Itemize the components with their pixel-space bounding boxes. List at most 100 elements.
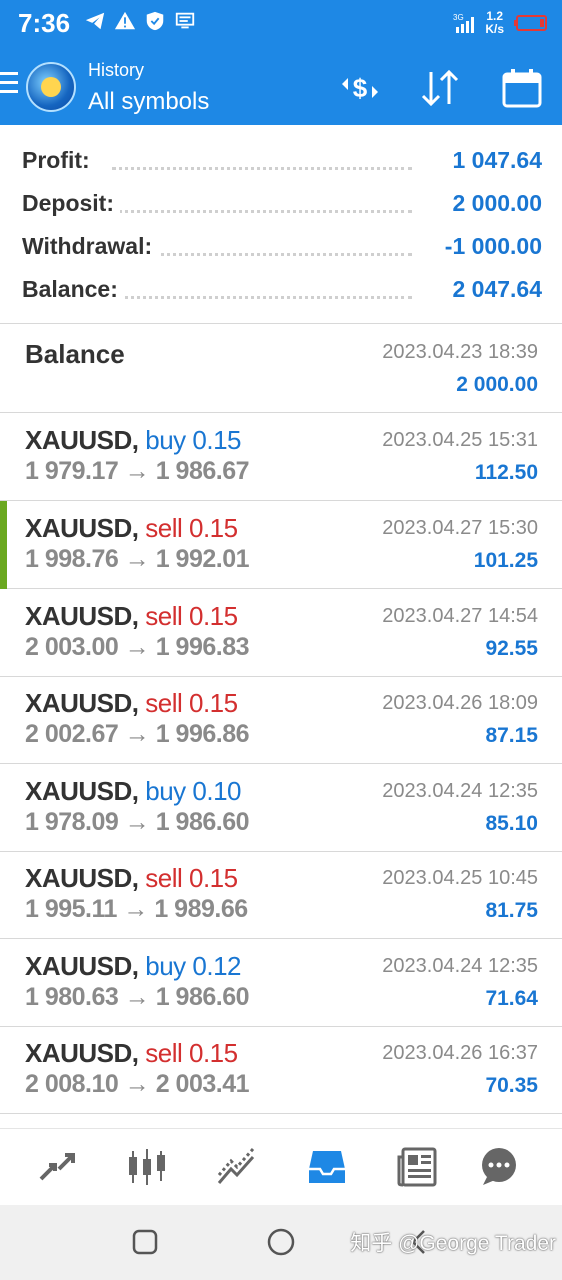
deal-row[interactable]: XAUUSD, sell 0.15 2 008.10 → 2 003.41 20…	[0, 1026, 562, 1114]
dotted-leader	[112, 296, 412, 299]
menu-icon	[0, 72, 18, 75]
withdrawal-value: -1 000.00	[438, 233, 542, 260]
trade-icon[interactable]	[215, 1145, 259, 1189]
battery-icon	[514, 15, 547, 31]
app-logo	[26, 62, 76, 112]
quotes-icon[interactable]	[35, 1145, 79, 1189]
deal-symbol: XAUUSD, sell 0.15	[25, 863, 238, 893]
deal-prices: 1 978.09 → 1 986.60	[25, 808, 250, 836]
deal-profit: 92.55	[485, 637, 538, 660]
app-bar: History All symbols $	[0, 50, 562, 125]
deal-row[interactable]: XAUUSD, sell 0.15 1 995.11 → 1 989.66 20…	[0, 851, 562, 939]
deposit-value: 2 000.00	[446, 190, 542, 217]
news-icon[interactable]	[395, 1145, 439, 1189]
deal-symbol: XAUUSD, sell 0.15	[25, 513, 238, 543]
withdrawal-label: Withdrawal:	[22, 233, 159, 260]
menu-button[interactable]	[0, 72, 18, 102]
deal-date: 2023.04.24 12:35	[382, 780, 538, 802]
deal-date: 2023.04.27 14:54	[382, 605, 538, 627]
status-bar: 7:36 3G 1.2 K/s	[0, 0, 562, 50]
dotted-leader	[112, 167, 412, 170]
dotted-leader	[112, 210, 412, 213]
deposit-row: Deposit: 2 000.00	[22, 190, 542, 222]
deal-date: 2023.04.25 15:31	[382, 429, 538, 451]
watermark: 知乎 @George Trader	[350, 1232, 556, 1255]
deal-type: sell 0.15	[145, 1038, 238, 1068]
chart-icon[interactable]	[125, 1145, 169, 1189]
deal-prices: 1 980.63 → 1 986.60	[25, 983, 250, 1011]
deal-profit: 81.75	[485, 899, 538, 922]
deal-type: sell 0.15	[145, 513, 238, 543]
deal-symbol: XAUUSD, buy 0.15	[25, 425, 241, 455]
deposit-label: Deposit:	[22, 190, 120, 217]
shield-icon	[146, 11, 164, 31]
account-summary: Profit: 1 047.64 Deposit: 2 000.00 Withd…	[0, 125, 562, 324]
calendar-icon[interactable]	[500, 66, 544, 110]
profit-value: 1 047.64	[446, 147, 542, 174]
balance-operation-title: Balance	[25, 339, 125, 369]
deal-symbol: XAUUSD, sell 0.15	[25, 688, 238, 718]
balance-operation-amount: 2 000.00	[456, 373, 538, 396]
deal-type: buy 0.15	[145, 425, 241, 455]
deal-prices: 1 979.17 → 1 986.67	[25, 457, 250, 485]
profit-row: Profit: 1 047.64	[22, 147, 542, 179]
svg-text:$: $	[353, 73, 368, 103]
deal-profit: 87.15	[485, 724, 538, 747]
withdrawal-row: Withdrawal: -1 000.00	[22, 233, 542, 265]
home-icon[interactable]	[266, 1227, 296, 1257]
deal-symbol: XAUUSD, sell 0.15	[25, 1038, 238, 1068]
page-subtitle: History	[88, 60, 145, 80]
deal-row[interactable]: XAUUSD, sell 0.15 2 002.67 → 1 996.86 20…	[0, 676, 562, 764]
deal-type: sell 0.15	[145, 688, 238, 718]
balance-value: 2 047.64	[446, 276, 542, 303]
deal-profit: 112.50	[474, 461, 538, 484]
deal-profit: 101.25	[473, 549, 538, 572]
warning-icon	[114, 11, 136, 30]
balance-operation-row[interactable]: Balance 2023.04.23 18:39 2 000.00	[0, 325, 562, 413]
profit-label: Profit:	[22, 147, 96, 174]
deal-date: 2023.04.27 15:30	[382, 517, 538, 539]
deal-profit: 71.64	[485, 987, 538, 1010]
deal-prices: 1 995.11 → 1 989.66	[25, 895, 248, 923]
deal-profit: 70.35	[485, 1074, 538, 1097]
deal-type: sell 0.15	[145, 863, 238, 893]
deal-prices: 2 002.67 → 1 996.86	[25, 720, 250, 748]
deal-symbol: XAUUSD, buy 0.12	[25, 951, 241, 981]
signal-icon: 3G	[453, 13, 475, 33]
history-icon[interactable]	[305, 1145, 349, 1189]
deal-row[interactable]: XAUUSD, buy 0.15 1 979.17 → 1 986.67 202…	[0, 413, 562, 501]
balance-row: Balance: 2 047.64	[22, 276, 542, 308]
deal-row[interactable]: XAUUSD, buy 0.10 1 978.09 → 1 986.60 202…	[0, 764, 562, 852]
deal-row[interactable]: XAUUSD, buy 0.12 1 980.63 → 1 986.60 202…	[0, 939, 562, 1027]
deal-date: 2023.04.25 10:45	[382, 867, 538, 889]
deal-type: buy 0.12	[145, 951, 241, 981]
deal-prices: 2 008.10 → 2 003.41	[25, 1070, 250, 1098]
recents-icon[interactable]	[130, 1227, 160, 1257]
network-speed: 1.2 K/s	[485, 9, 504, 36]
notification-icons	[84, 10, 196, 32]
deal-date: 2023.04.26 18:09	[382, 692, 538, 714]
telegram-icon	[85, 12, 105, 30]
system-navigation-bar: 知乎 @George Trader	[0, 1205, 562, 1280]
balance-label: Balance:	[22, 276, 124, 303]
deal-profit: 85.10	[485, 812, 538, 835]
deal-symbol: XAUUSD, sell 0.15	[25, 601, 238, 631]
deal-type: sell 0.15	[145, 601, 238, 631]
deal-date: 2023.04.26 16:37	[382, 1042, 538, 1064]
deal-symbol: XAUUSD, buy 0.10	[25, 776, 241, 806]
currency-exchange-icon[interactable]: $	[338, 66, 382, 110]
balance-operation-date: 2023.04.23 18:39	[382, 341, 538, 363]
deal-prices: 2 003.00 → 1 996.83	[25, 633, 250, 661]
message-icon	[175, 12, 195, 29]
sort-icon[interactable]	[418, 66, 462, 110]
deal-row[interactable]: XAUUSD, sell 0.15 2 003.00 → 1 996.83 20…	[0, 589, 562, 677]
chat-icon[interactable]	[477, 1145, 521, 1189]
svg-text:3G: 3G	[453, 13, 464, 22]
page-title[interactable]: All symbols	[88, 88, 209, 116]
deal-date: 2023.04.24 12:35	[382, 955, 538, 977]
system-status-icons: 3G 1.2 K/s	[453, 10, 548, 36]
deal-type: buy 0.10	[145, 776, 241, 806]
status-time: 7:36	[18, 8, 71, 38]
deal-row[interactable]: XAUUSD, sell 0.15 1 998.76 → 1 992.01 20…	[0, 501, 562, 589]
deal-prices: 1 998.76 → 1 992.01	[25, 545, 250, 573]
